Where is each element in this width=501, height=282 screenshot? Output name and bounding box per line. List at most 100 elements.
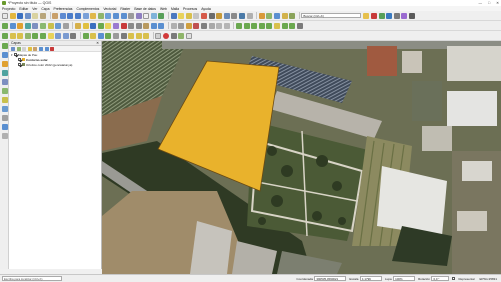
add-line-icon[interactable] [9,32,16,39]
zoom-out-icon[interactable] [74,12,81,19]
open-project-icon[interactable] [9,12,16,19]
open-attribute-table-icon[interactable] [208,12,215,19]
clear-search-icon[interactable] [370,12,377,19]
select-tool-icon[interactable] [32,32,39,39]
refresh-icon[interactable] [158,12,165,19]
menu-raster[interactable]: Ráster [120,7,130,11]
label-tool-c-icon[interactable] [251,22,258,29]
filter-by-expression-icon[interactable] [33,46,38,51]
label-tool-d-icon[interactable] [258,22,265,29]
remove-layer-icon[interactable] [50,46,55,51]
new-temporary-layer-icon[interactable] [1,79,8,85]
snapping-g-icon[interactable] [128,32,135,39]
pan-icon[interactable] [52,12,59,19]
save-edits-icon[interactable] [90,22,97,29]
plugin-c-icon[interactable] [393,12,400,19]
add-wms-icon[interactable] [39,22,46,29]
cut-features-icon[interactable] [128,22,135,29]
modify-attributes-icon[interactable] [112,22,119,29]
new-3d-view-icon[interactable] [135,12,142,19]
toolbar-search-input[interactable]: Buscar (Ctrl+K) [301,13,362,18]
zoom-full-icon[interactable] [82,12,89,19]
style-manager-icon[interactable] [281,12,288,19]
field-calculator-icon[interactable] [201,12,208,19]
snapping-b-icon[interactable] [90,32,97,39]
zoom-last-icon[interactable] [112,12,119,19]
add-gps-icon[interactable] [1,133,8,139]
manage-map-themes-icon[interactable] [22,46,27,51]
menu-web[interactable]: Web [160,7,167,11]
new-map-view-icon[interactable] [128,12,135,19]
show-bookmarks-icon[interactable] [150,12,157,19]
snapping-i-icon[interactable] [143,32,150,39]
layer-visibility-checkbox[interactable] [18,63,21,66]
add-postgis-icon[interactable] [32,22,39,29]
add-arcgis-icon[interactable] [1,124,8,130]
reshape-icon[interactable] [47,32,54,39]
plugin-a-icon[interactable] [378,12,385,19]
toggle-editing-icon[interactable] [82,22,89,29]
menu-ayuda[interactable]: Ayuda [201,7,211,11]
expand-all-icon[interactable] [38,46,43,51]
move-tool-icon[interactable] [39,32,46,39]
menu-malla[interactable]: Malla [171,7,179,11]
new-spatialite-icon[interactable] [1,70,8,76]
digitizing-c-icon[interactable] [185,22,192,29]
print-layout-icon[interactable] [32,12,39,19]
new-project-icon[interactable] [2,12,8,19]
label-tool-e-icon[interactable] [266,22,273,29]
toolbox-icon[interactable] [223,12,230,19]
delete-selected-icon[interactable] [120,22,127,29]
snapping-d-icon[interactable] [105,32,112,39]
bookmark-icon[interactable] [143,12,150,19]
menu-vectorial[interactable]: Vectorial [103,7,116,11]
minimize-button[interactable]: — [478,1,482,5]
scale-field[interactable]: 1:1799 [359,276,382,281]
gps-icon[interactable] [163,32,170,39]
pan-to-selection-icon[interactable] [59,12,66,19]
zoom-native-icon[interactable] [105,12,112,19]
add-mesh-icon[interactable] [1,115,8,121]
processing-icon[interactable] [258,12,265,19]
zoom-in-icon[interactable] [67,12,74,19]
rotation-field[interactable]: 0,0 ° [431,276,450,281]
label-tool-i-icon[interactable] [296,22,303,29]
new-geopackage-icon[interactable] [1,52,8,58]
select-by-value-icon[interactable] [185,12,192,19]
add-point-icon[interactable] [24,32,31,39]
add-point-cloud-icon[interactable] [1,106,8,112]
label-tool-g-icon[interactable] [281,22,288,29]
add-polygon-icon[interactable] [17,32,24,39]
close-button[interactable]: ✕ [496,1,499,5]
layer-visibility-checkbox[interactable] [14,53,17,56]
label-tool-a-icon[interactable] [236,22,242,29]
measure-icon[interactable] [231,12,238,19]
zoom-to-selection-icon[interactable] [90,12,97,19]
plugin-b-icon[interactable] [386,12,393,19]
vertex-tool-icon[interactable] [105,22,112,29]
temporal-icon[interactable] [178,32,185,39]
render-checkbox[interactable] [452,277,456,280]
search-options-icon[interactable] [363,12,370,19]
record-icon[interactable] [155,32,162,39]
copy-features-icon[interactable] [135,22,142,29]
add-delimited-text-icon[interactable] [17,22,24,29]
offset-icon[interactable] [70,32,77,39]
digitizing-g-icon[interactable] [216,22,223,29]
snapping-h-icon[interactable] [135,32,142,39]
save-as-icon[interactable] [24,12,31,19]
snapping-e-icon[interactable] [112,32,119,39]
plugin-d-icon[interactable] [401,12,408,19]
add-group-icon[interactable] [16,46,21,51]
deselect-icon[interactable] [193,12,200,19]
menu-ver[interactable]: Ver [32,7,37,11]
merge-icon[interactable] [62,32,69,39]
digitizing-a-icon[interactable] [170,22,177,29]
zoom-next-icon[interactable] [120,12,127,19]
add-feature-icon[interactable] [97,22,104,29]
add-vector-tile-icon[interactable] [1,97,8,103]
digitizing-e-icon[interactable] [201,22,208,29]
menu-proyecto[interactable]: Proyecto [2,7,15,11]
filter-legend-icon[interactable] [27,46,32,51]
menu-procesos[interactable]: Procesos [183,7,197,11]
